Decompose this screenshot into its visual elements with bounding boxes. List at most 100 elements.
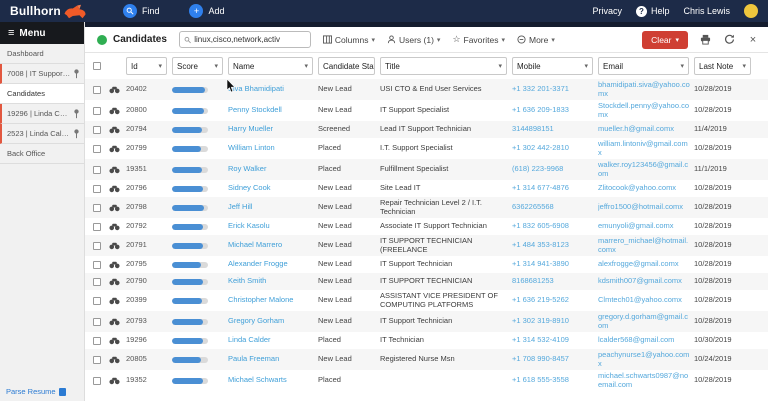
user-menu[interactable]: Chris Lewis bbox=[683, 6, 730, 16]
candidate-email-link[interactable]: peachynurse1@yahoo.comx bbox=[598, 349, 694, 370]
preview-button[interactable] bbox=[109, 316, 126, 328]
candidate-name-link[interactable]: Jeff Hill bbox=[228, 201, 318, 214]
column-header[interactable]: Email ▾ bbox=[598, 57, 689, 75]
sidebar-item[interactable]: Dashboard bbox=[0, 44, 84, 64]
refresh-button[interactable] bbox=[722, 33, 736, 47]
table-row[interactable]: 20794 Harry Mueller Screened Lead IT Sup… bbox=[85, 121, 768, 138]
list-search[interactable] bbox=[178, 31, 311, 48]
row-checkbox[interactable] bbox=[93, 85, 101, 94]
clear-button[interactable]: Clear ▾ bbox=[642, 30, 688, 49]
candidate-mobile-link[interactable]: 8168681253 bbox=[512, 275, 598, 288]
sidebar-item[interactable]: Candidates bbox=[0, 84, 84, 104]
preview-button[interactable] bbox=[109, 143, 126, 155]
row-checkbox[interactable] bbox=[93, 336, 101, 345]
candidate-mobile-link[interactable]: +1 302 319-8910 bbox=[512, 315, 598, 328]
candidate-name-link[interactable]: Gregory Gorham bbox=[228, 315, 318, 328]
row-checkbox[interactable] bbox=[93, 317, 101, 326]
table-row[interactable]: 20800 Penny Stockdell New Lead IT Suppor… bbox=[85, 100, 768, 121]
row-checkbox[interactable] bbox=[93, 277, 101, 286]
candidate-mobile-link[interactable]: (618) 223-9968 bbox=[512, 163, 598, 176]
candidate-mobile-link[interactable]: +1 314 677-4876 bbox=[512, 182, 598, 195]
candidate-email-link[interactable]: mueller.h@gmail.comx bbox=[598, 123, 694, 136]
sidebar-item[interactable]: 7008 | IT Support Techn... bbox=[0, 64, 84, 84]
candidate-name-link[interactable]: Roy Walker bbox=[228, 163, 318, 176]
help-link[interactable]: ? Help bbox=[635, 5, 669, 17]
table-row[interactable]: 20399 Christopher Malone New Lead ASSIST… bbox=[85, 290, 768, 311]
favorites-dropdown[interactable]: ☆ Favorites ▾ bbox=[452, 34, 505, 45]
preview-button[interactable] bbox=[109, 221, 126, 233]
candidate-name-link[interactable]: Linda Calder bbox=[228, 334, 318, 347]
preview-button[interactable] bbox=[109, 240, 126, 252]
candidate-email-link[interactable]: Clmtech01@yahoo.comx bbox=[598, 294, 694, 307]
tab-candidates[interactable]: Candidates bbox=[113, 34, 167, 45]
column-header[interactable]: Name ▾ bbox=[228, 57, 313, 75]
candidate-name-link[interactable]: Paula Freeman bbox=[228, 353, 318, 366]
search-input[interactable] bbox=[194, 35, 306, 44]
candidate-email-link[interactable]: jeffro1500@hotmail.comx bbox=[598, 201, 694, 214]
candidate-name-link[interactable]: Penny Stockdell bbox=[228, 104, 318, 117]
column-header[interactable]: Id ▾ bbox=[126, 57, 167, 75]
table-row[interactable]: 20805 Paula Freeman New Lead Registered … bbox=[85, 349, 768, 370]
preview-button[interactable] bbox=[109, 124, 126, 136]
row-checkbox[interactable] bbox=[93, 106, 101, 115]
add-button[interactable]: + Add bbox=[189, 4, 224, 18]
candidate-email-link[interactable]: marrero_michael@hotmail.comx bbox=[598, 235, 694, 256]
more-dropdown[interactable]: More ▾ bbox=[517, 35, 555, 45]
preview-button[interactable] bbox=[109, 164, 126, 176]
candidate-mobile-link[interactable]: +1 636 219-5262 bbox=[512, 294, 598, 307]
candidate-name-link[interactable]: Michael Marrero bbox=[228, 239, 318, 252]
candidate-name-link[interactable]: Harry Mueller bbox=[228, 123, 318, 136]
columns-dropdown[interactable]: Columns ▾ bbox=[322, 35, 375, 45]
table-row[interactable]: 19296 Linda Calder Placed IT Technician … bbox=[85, 332, 768, 349]
candidate-mobile-link[interactable]: +1 832 605-6908 bbox=[512, 220, 598, 233]
column-header[interactable]: Score ▾ bbox=[172, 57, 223, 75]
column-header[interactable]: Mobile ▾ bbox=[512, 57, 593, 75]
sidebar-item[interactable]: 19296 | Linda Calder bbox=[0, 104, 84, 124]
row-checkbox[interactable] bbox=[93, 296, 101, 305]
candidate-name-link[interactable]: Erick Kasolu bbox=[228, 220, 318, 233]
preview-button[interactable] bbox=[109, 375, 126, 387]
column-header[interactable]: Last Note ▾ bbox=[694, 57, 751, 75]
avatar[interactable] bbox=[744, 4, 758, 18]
candidate-email-link[interactable]: lcalder568@gmail.com bbox=[598, 334, 694, 347]
candidate-email-link[interactable]: kdsmith007@gmail.comx bbox=[598, 275, 694, 288]
table-row[interactable]: 20795 Alexander Frogge New Lead IT Suppo… bbox=[85, 256, 768, 273]
candidate-name-link[interactable]: Alexander Frogge bbox=[228, 258, 318, 271]
candidate-email-link[interactable]: walker.roy123456@gmail.com bbox=[598, 159, 694, 180]
candidate-email-link[interactable]: Stockdell.penny@yahoo.comx bbox=[598, 100, 694, 121]
candidate-name-link[interactable]: Siva Bhamidipati bbox=[228, 83, 318, 96]
row-checkbox[interactable] bbox=[93, 184, 101, 193]
sidebar-item[interactable]: 2523 | Linda Calder - IT ... bbox=[0, 124, 84, 144]
column-header[interactable]: Title ▾ bbox=[380, 57, 507, 75]
table-row[interactable]: 19351 Roy Walker Placed Fulfillment Spec… bbox=[85, 159, 768, 180]
candidate-mobile-link[interactable]: +1 302 442-2810 bbox=[512, 142, 598, 155]
table-row[interactable]: 19352 Michael Schwarts Placed +1 618 555… bbox=[85, 370, 768, 391]
table-row[interactable]: 20798 Jeff Hill New Lead Repair Technici… bbox=[85, 197, 768, 218]
menu-header[interactable]: ≡ Menu bbox=[0, 22, 84, 44]
preview-button[interactable] bbox=[109, 202, 126, 214]
bullhorn-logo[interactable]: Bullhorn bbox=[0, 4, 93, 19]
row-checkbox[interactable] bbox=[93, 241, 101, 250]
candidate-email-link[interactable]: william.lintoniv@gmail.comx bbox=[598, 138, 694, 159]
find-button[interactable]: Find bbox=[122, 4, 159, 18]
print-button[interactable] bbox=[698, 33, 712, 47]
table-row[interactable]: 20790 Keith Smith New Lead IT SUPPORT TE… bbox=[85, 273, 768, 290]
table-row[interactable]: 20791 Michael Marrero New Lead IT SUPPOR… bbox=[85, 235, 768, 256]
preview-button[interactable] bbox=[109, 183, 126, 195]
preview-button[interactable] bbox=[109, 295, 126, 307]
row-checkbox[interactable] bbox=[93, 203, 101, 212]
candidate-name-link[interactable]: William Linton bbox=[228, 142, 318, 155]
row-checkbox[interactable] bbox=[93, 355, 101, 364]
table-row[interactable]: 20796 Sidney Cook New Lead Site Lead IT … bbox=[85, 180, 768, 197]
candidate-mobile-link[interactable]: 6362265568 bbox=[512, 201, 598, 214]
parse-resume-link[interactable]: Parse Resume bbox=[0, 383, 84, 401]
privacy-link[interactable]: Privacy bbox=[592, 6, 622, 16]
column-header[interactable]: Candidate Stat...▾ bbox=[318, 57, 375, 75]
candidate-email-link[interactable]: Zlitocook@yahoo.comx bbox=[598, 182, 694, 195]
candidate-email-link[interactable]: bhamidipati.siva@yahoo.comx bbox=[598, 79, 694, 100]
row-checkbox[interactable] bbox=[93, 144, 101, 153]
candidate-mobile-link[interactable]: +1 314 532-4109 bbox=[512, 334, 598, 347]
users-dropdown[interactable]: Users (1) ▾ bbox=[387, 35, 440, 45]
sidebar-item[interactable]: Back Office bbox=[0, 144, 84, 164]
candidate-name-link[interactable]: Michael Schwarts bbox=[228, 374, 318, 387]
